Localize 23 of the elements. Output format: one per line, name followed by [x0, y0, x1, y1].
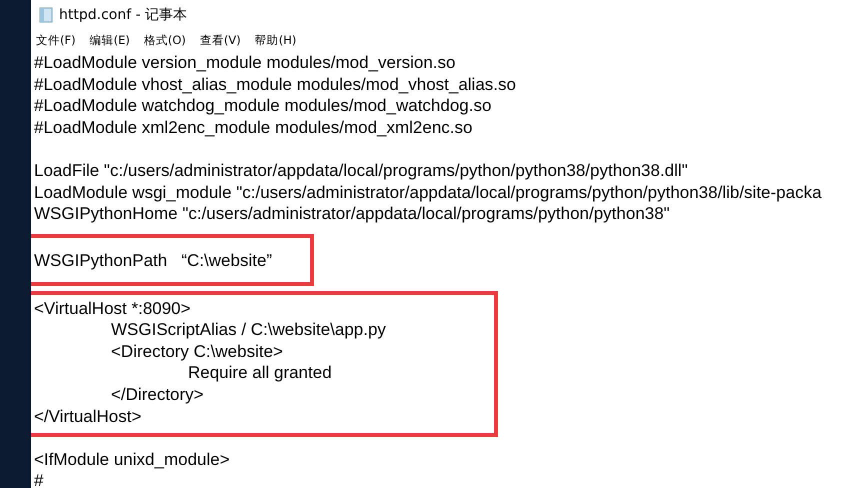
code-line: #LoadModule vhost_alias_module modules/mod_vhost_alias.so — [34, 74, 516, 96]
menu-item[interactable]: 帮助(H) — [254, 32, 296, 48]
code-line: </VirtualHost> — [34, 406, 142, 428]
code-line: #LoadModule xml2enc_module modules/mod_xml2enc.so — [34, 116, 472, 138]
code-line: </Directory> — [110, 384, 204, 406]
code-line: <IfModule unixd_module> — [34, 448, 230, 470]
code-line: WSGIScriptAlias / C:\website\app.py — [110, 319, 386, 341]
code-line: LoadModule wsgi_module "c:/users/administrator/appdata/local/programs/python/python38/lib/site-packa — [34, 182, 822, 204]
code-line: # — [34, 470, 44, 488]
code-line: WSGIPythonHome "c:/users/administrator/appdata/local/programs/python/python38" — [34, 203, 670, 225]
menu-item[interactable]: 编辑(E) — [90, 32, 130, 48]
code-line: #LoadModule version_module modules/mod_version.so — [34, 52, 456, 74]
menu-item[interactable]: 格式(O) — [144, 32, 186, 48]
code-line: Require all granted — [187, 362, 332, 384]
window-title: httpd.conf - 记事本 — [59, 6, 188, 24]
menu-item[interactable]: 查看(V) — [200, 32, 241, 48]
code-line: LoadFile "c:/users/administrator/appdata/local/programs/python/python38/python38.dll" — [34, 160, 688, 182]
menu-item[interactable]: 文件(F) — [36, 32, 76, 48]
notepad-icon — [39, 7, 53, 23]
code-line: WSGIPythonPath “C:\website” — [34, 250, 272, 272]
code-line: #LoadModule watchdog_module modules/mod_watchdog.so — [34, 95, 492, 117]
code-line: <Directory C:\website> — [110, 340, 283, 362]
code-line: <VirtualHost *:8090> — [34, 298, 191, 320]
